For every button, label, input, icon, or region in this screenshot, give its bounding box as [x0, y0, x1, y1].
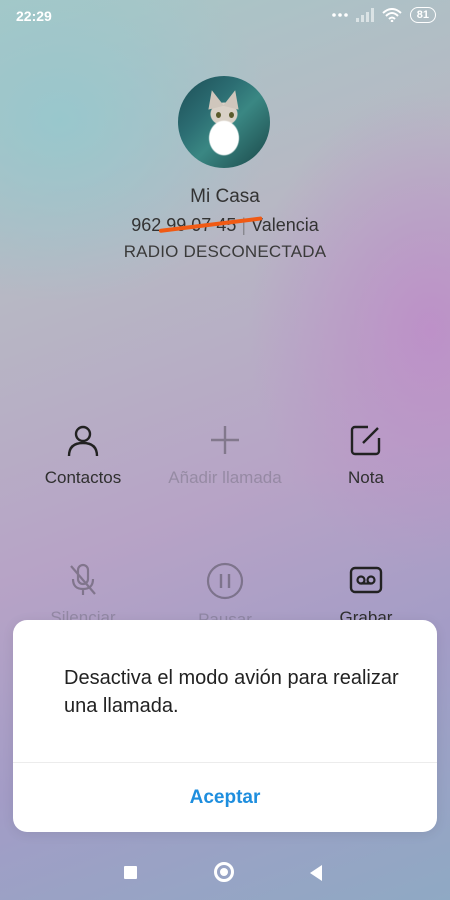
- dots-icon: [331, 13, 348, 17]
- mute-action[interactable]: Silenciar: [8, 562, 158, 628]
- home-icon[interactable]: [214, 862, 234, 882]
- plus-icon: [211, 426, 239, 454]
- status-icons: 81: [331, 7, 436, 23]
- contact-avatar: [178, 76, 270, 168]
- status-time: 22:29: [16, 8, 52, 24]
- contacts-label: Contactos: [44, 468, 122, 487]
- status-bar: 22:29 81: [0, 0, 450, 32]
- recents-icon[interactable]: [124, 866, 137, 879]
- add-call-label: Añadir llamada: [168, 468, 282, 487]
- pause-icon: [206, 562, 244, 600]
- mic-off-icon: [70, 563, 96, 595]
- battery-icon: 81: [409, 7, 436, 23]
- dialog-message: Desactiva el modo avión para realizar un…: [64, 667, 399, 717]
- signal-icon: [355, 8, 374, 22]
- airplane-mode-dialog: Desactiva el modo avión para realizar un…: [13, 620, 437, 832]
- navigation-bar: [0, 850, 450, 896]
- note-action[interactable]: Nota: [291, 422, 441, 488]
- accept-button[interactable]: Aceptar: [13, 763, 437, 832]
- note-label: Nota: [348, 468, 384, 487]
- edit-note-icon: [350, 425, 381, 456]
- wifi-icon: [382, 8, 402, 22]
- back-icon[interactable]: [310, 865, 322, 881]
- record-icon: [349, 566, 383, 594]
- call-status: RADIO DESCONECTADA: [123, 242, 327, 261]
- contact-number-redacted: 962 99 07 45: [131, 215, 263, 236]
- contacts-action[interactable]: Contactos: [8, 422, 158, 488]
- person-icon: [67, 425, 99, 457]
- contact-number-line: 962 99 07 45 | Valencia: [0, 215, 450, 236]
- contact-name: Mi Casa: [190, 186, 260, 207]
- add-call-action[interactable]: Añadir llamada: [150, 422, 300, 488]
- record-action[interactable]: Grabar: [291, 562, 441, 628]
